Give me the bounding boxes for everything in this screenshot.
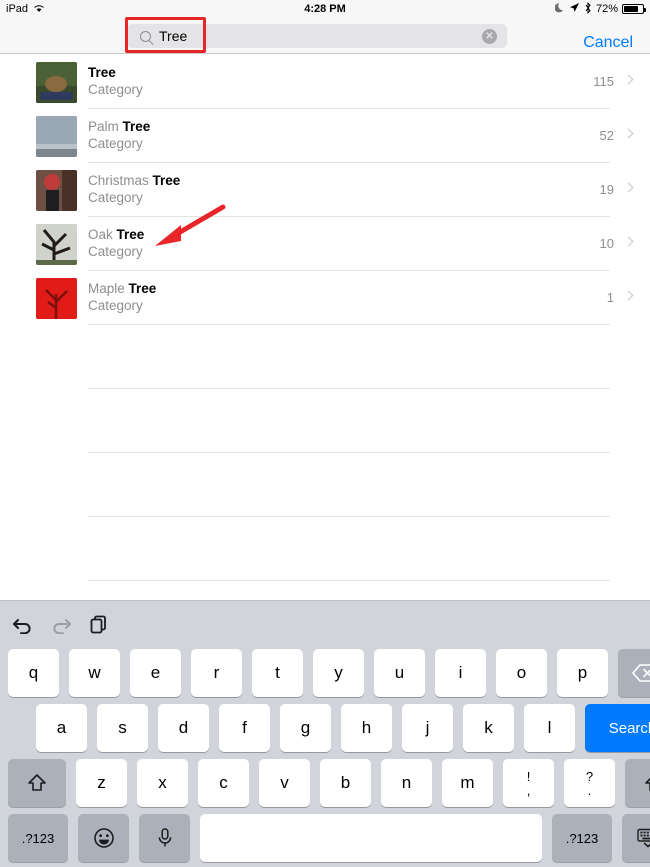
result-subtitle: Category [88, 298, 143, 313]
key-p[interactable]: p [557, 649, 608, 697]
status-bar: iPad 4:28 PM 72% [0, 0, 650, 18]
key-l[interactable]: l [524, 704, 575, 752]
numeric-key-left[interactable]: .?123 [8, 814, 68, 862]
key-x[interactable]: x [137, 759, 188, 807]
location-arrow-icon [569, 2, 580, 16]
status-bar-time: 4:28 PM [304, 3, 346, 15]
table-row[interactable]: Tree Category 115 [0, 55, 650, 109]
result-count: 10 [599, 236, 614, 251]
paste-icon[interactable] [89, 614, 109, 639]
thumbnail-image [36, 278, 77, 319]
empty-row [0, 389, 650, 453]
key-!-,[interactable]: !, [503, 759, 554, 807]
search-input[interactable]: Tree ✕ [127, 24, 507, 48]
redo-icon[interactable] [50, 614, 72, 639]
moon-icon [554, 2, 565, 16]
result-title: Maple Tree [88, 281, 157, 296]
keyboard-row-4: .?123 .?123 [0, 814, 650, 862]
clear-search-button[interactable]: ✕ [482, 28, 497, 44]
key-i[interactable]: i [435, 649, 486, 697]
empty-row [0, 517, 650, 581]
empty-row [0, 325, 650, 389]
keyboard-row-1: qwertyuiop [0, 649, 650, 697]
search-nav-bar: Tree ✕ Cancel [0, 18, 650, 54]
thumbnail-image [36, 116, 77, 157]
onscreen-keyboard: qwertyuiop asdfghjklSearch zxcvbnm!,?. .… [0, 600, 650, 867]
undo-icon[interactable] [12, 614, 34, 639]
key-w[interactable]: w [69, 649, 120, 697]
result-subtitle: Category [88, 82, 143, 97]
chevron-right-icon [623, 128, 634, 139]
hide-keyboard-icon[interactable] [622, 814, 650, 862]
key-s[interactable]: s [97, 704, 148, 752]
key-m[interactable]: m [442, 759, 493, 807]
search-key[interactable]: Search [585, 704, 650, 752]
battery-icon [622, 4, 646, 14]
key-q[interactable]: q [8, 649, 59, 697]
result-subtitle: Category [88, 136, 143, 151]
result-title: Oak Tree [88, 227, 145, 242]
result-title: Palm Tree [88, 119, 151, 134]
key-v[interactable]: v [259, 759, 310, 807]
chevron-right-icon [623, 182, 634, 193]
key-r[interactable]: r [191, 649, 242, 697]
key-z[interactable]: z [76, 759, 127, 807]
key-t[interactable]: t [252, 649, 303, 697]
result-title: Tree [88, 65, 116, 80]
chevron-right-icon [623, 236, 634, 247]
battery-percent-label: 72% [595, 3, 618, 15]
table-row[interactable]: Palm Tree Category 52 [0, 109, 650, 163]
key-o[interactable]: o [496, 649, 547, 697]
result-subtitle: Category [88, 190, 143, 205]
backspace-icon[interactable] [618, 649, 650, 697]
keyboard-toolbar [0, 601, 650, 646]
result-title: Christmas Tree [88, 173, 181, 188]
chevron-right-icon [623, 290, 634, 301]
search-results-list: Tree Category 115 Palm Tree Category 52 [0, 55, 650, 645]
thumbnail-image [36, 62, 77, 103]
key-k[interactable]: k [463, 704, 514, 752]
result-subtitle: Category [88, 244, 143, 259]
numeric-key-right[interactable]: .?123 [552, 814, 612, 862]
result-count: 52 [599, 128, 614, 143]
ipad-screen: iPad 4:28 PM 72% Tree ✕ Cancel Tree Cate… [0, 0, 650, 867]
search-input-value: Tree [159, 28, 188, 44]
shift-key-left[interactable] [8, 759, 66, 807]
key-?-.[interactable]: ?. [564, 759, 615, 807]
chevron-right-icon [623, 74, 634, 85]
key-g[interactable]: g [280, 704, 331, 752]
result-count: 19 [599, 182, 614, 197]
cancel-button[interactable]: Cancel [583, 34, 633, 52]
table-row[interactable]: Christmas Tree Category 19 [0, 163, 650, 217]
microphone-icon[interactable] [139, 814, 190, 862]
thumbnail-image [36, 170, 77, 211]
key-e[interactable]: e [130, 649, 181, 697]
key-c[interactable]: c [198, 759, 249, 807]
bluetooth-icon [584, 1, 592, 17]
emoji-icon[interactable] [78, 814, 129, 862]
key-j[interactable]: j [402, 704, 453, 752]
key-h[interactable]: h [341, 704, 392, 752]
key-y[interactable]: y [313, 649, 364, 697]
status-bar-right: 72% [554, 1, 646, 17]
table-row[interactable]: Maple Tree Category 1 [0, 271, 650, 325]
empty-row [0, 453, 650, 517]
key-u[interactable]: u [374, 649, 425, 697]
thumbnail-image [36, 224, 77, 265]
keyboard-row-2: asdfghjklSearch [0, 704, 650, 752]
key-d[interactable]: d [158, 704, 209, 752]
key-f[interactable]: f [219, 704, 270, 752]
space-key[interactable] [200, 814, 542, 862]
result-count: 115 [593, 74, 614, 89]
key-b[interactable]: b [320, 759, 371, 807]
search-icon [140, 30, 151, 42]
key-a[interactable]: a [36, 704, 87, 752]
shift-key-right[interactable] [625, 759, 650, 807]
result-count: 1 [606, 290, 614, 305]
table-row[interactable]: Oak Tree Category 10 [0, 217, 650, 271]
key-n[interactable]: n [381, 759, 432, 807]
keyboard-row-3: z x c v b n m!,?. [0, 759, 650, 807]
